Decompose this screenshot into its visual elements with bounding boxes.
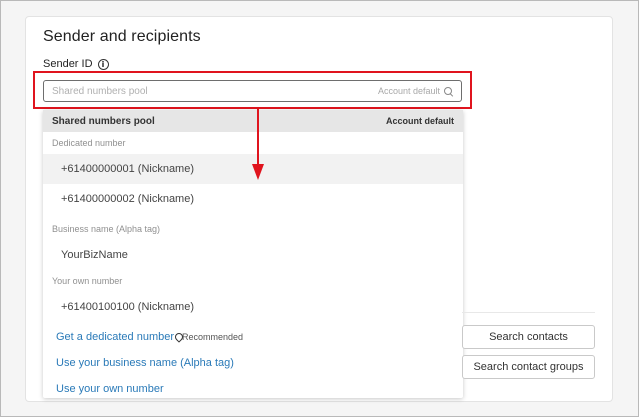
dropdown-header-label: Shared numbers pool [52, 115, 155, 127]
search-contact-groups-button[interactable]: Search contact groups [462, 355, 595, 379]
search-contacts-button[interactable]: Search contacts [462, 325, 595, 349]
group-label-business: Business name (Alpha tag) [52, 224, 161, 234]
divider [462, 312, 595, 313]
dropdown-option-dedicated-2[interactable]: +61400000002 (Nickname) [43, 184, 463, 214]
recommended-badge: Recommended [175, 332, 243, 342]
sender-id-label-text: Sender ID [43, 58, 93, 70]
get-dedicated-number-link[interactable]: Get a dedicated number Recommended [43, 324, 463, 350]
section-title: Sender and recipients [43, 28, 201, 45]
dropdown-option-dedicated-1[interactable]: +61400000001 (Nickname) [43, 154, 463, 184]
get-dedicated-number-text: Get a dedicated number [56, 331, 175, 343]
sender-id-label: Sender ID i [43, 58, 109, 70]
location-pin-icon [175, 333, 181, 341]
info-icon[interactable]: i [97, 58, 109, 70]
sender-id-dropdown: Shared numbers pool Account default Dedi… [43, 110, 463, 398]
dropdown-option-own-1[interactable]: +61400100100 (Nickname) [43, 292, 463, 322]
dropdown-option-business-1[interactable]: YourBizName [43, 240, 463, 270]
highlight-box [33, 71, 472, 109]
dropdown-option-shared-pool[interactable]: Shared numbers pool Account default [43, 110, 463, 132]
dropdown-header-account-default: Account default [385, 116, 454, 126]
use-business-name-link[interactable]: Use your business name (Alpha tag) [43, 350, 463, 376]
group-label-own: Your own number [52, 276, 123, 286]
recommended-text: Recommended [182, 332, 244, 342]
group-label-dedicated: Dedicated number [52, 138, 126, 148]
use-own-number-link[interactable]: Use your own number [43, 376, 463, 402]
